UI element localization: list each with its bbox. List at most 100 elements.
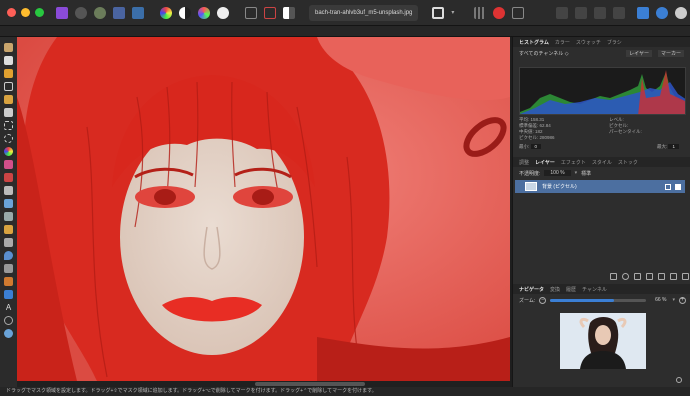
layer-row-background[interactable]: 背景 (ピクセル) xyxy=(515,180,685,193)
assistant-icon[interactable] xyxy=(512,6,525,19)
marker-view-button[interactable]: マーカー xyxy=(657,50,684,57)
add-layer-icon[interactable] xyxy=(670,273,677,280)
smudge-brush-icon[interactable] xyxy=(4,264,13,273)
adjustment-layer-icon[interactable] xyxy=(622,273,629,280)
opacity-field[interactable]: 100 % xyxy=(544,170,571,176)
auto-white-balance-icon[interactable] xyxy=(217,6,229,19)
navigator-settings-icon[interactable] xyxy=(676,377,682,383)
close-window-button[interactable] xyxy=(7,8,16,17)
mask-layer-icon[interactable] xyxy=(610,273,617,280)
auto-colors-icon[interactable] xyxy=(198,6,210,19)
stats-left-column: 平均: 158.31 標準偏差: 62.84 中央値: 182 ピクセル: 28… xyxy=(519,117,555,141)
channel-select[interactable]: すべてのチャンネル ◇ xyxy=(519,50,569,57)
live-filter-icon[interactable] xyxy=(634,273,641,280)
delete-layer-icon[interactable] xyxy=(682,273,689,280)
marquee-tool-icon[interactable] xyxy=(4,121,13,130)
tab-navigator[interactable]: ナビゲータ xyxy=(519,286,544,293)
tab-history[interactable]: 履歴 xyxy=(566,286,576,293)
chevron-down-icon[interactable]: ▾ xyxy=(575,170,578,176)
tab-color[interactable]: カラー xyxy=(555,39,570,46)
tab-styles[interactable]: スタイル xyxy=(592,159,612,166)
maximize-window-button[interactable] xyxy=(35,8,44,17)
tab-brushes[interactable]: ブラシ xyxy=(607,39,622,46)
snapping-group xyxy=(474,6,525,19)
distribute-icon[interactable] xyxy=(613,6,626,19)
blend-mode-select[interactable]: 標準 xyxy=(581,170,591,177)
tab-swatches[interactable]: スウォッチ xyxy=(576,39,601,46)
auto-contrast-icon[interactable] xyxy=(179,6,191,19)
visibility-checkbox[interactable] xyxy=(675,183,681,190)
marquee-icon[interactable] xyxy=(245,6,257,19)
view-mode-icon[interactable] xyxy=(432,6,445,19)
document-canvas[interactable] xyxy=(17,37,510,381)
tab-stock[interactable]: ストック xyxy=(618,159,638,166)
fx-icon[interactable] xyxy=(646,273,653,280)
dodge-brush-icon[interactable] xyxy=(4,199,13,208)
tab-transform[interactable]: 変換 xyxy=(550,286,560,293)
chevron-down-icon[interactable]: ▾ xyxy=(451,9,454,16)
paint-brush-icon[interactable] xyxy=(4,160,13,169)
view-tool-icon[interactable] xyxy=(4,329,13,338)
tab-layers[interactable]: レイヤー xyxy=(535,159,555,166)
freehand-select-icon[interactable] xyxy=(4,134,13,143)
tone-map-persona-icon[interactable] xyxy=(113,6,125,19)
opacity-label: 不透明度: xyxy=(519,170,541,177)
affinity-photo-icon[interactable] xyxy=(56,6,68,19)
share-icon[interactable] xyxy=(675,6,688,19)
mask-icon[interactable] xyxy=(264,6,276,19)
snapping-icon[interactable] xyxy=(493,6,506,19)
selection-brush-icon[interactable] xyxy=(4,95,13,104)
tab-channels[interactable]: チャンネル xyxy=(582,286,607,293)
crop-tool-icon[interactable] xyxy=(4,82,13,91)
scrollbar-thumb[interactable] xyxy=(255,382,365,386)
zoom-in-icon[interactable]: + xyxy=(679,296,686,304)
blur-brush-icon[interactable] xyxy=(4,251,13,260)
tab-effects[interactable]: エフェクト xyxy=(561,159,586,166)
flood-fill-icon[interactable] xyxy=(4,147,13,156)
healing-brush-icon[interactable] xyxy=(4,225,13,234)
navigator-preview[interactable] xyxy=(560,313,646,369)
navigator-panel: ナビゲータ 変換 履歴 チャンネル ズーム: − 66 % ▾ + xyxy=(513,284,690,306)
align-icon[interactable] xyxy=(594,6,607,19)
min-input[interactable]: 0 xyxy=(530,144,542,149)
grid-icon[interactable] xyxy=(474,6,487,19)
auto-levels-icon[interactable] xyxy=(160,6,172,19)
clone-brush-icon[interactable] xyxy=(4,212,13,221)
shape-tool-icon[interactable] xyxy=(4,290,13,299)
lock-icon[interactable] xyxy=(665,183,671,190)
layer-view-button[interactable]: レイヤー xyxy=(626,50,652,57)
document-tab[interactable]: bach-tran-ahlvb3uf_m5-unsplash.jpg xyxy=(309,4,419,21)
arrange-back-icon[interactable] xyxy=(556,6,569,19)
zoom-out-icon[interactable]: − xyxy=(539,296,547,304)
histogram-chart xyxy=(519,67,686,115)
hand-tool-icon[interactable] xyxy=(4,43,13,52)
tab-adjustments[interactable]: 調整 xyxy=(519,159,529,166)
color-picker-tool-icon[interactable] xyxy=(4,69,13,78)
histogram-panel: ヒストグラム カラー スウォッチ ブラシ すべてのチャンネル ◇ レイヤー マー… xyxy=(513,37,690,60)
zoom-tool-icon[interactable] xyxy=(4,316,13,325)
arrange-group xyxy=(556,6,626,19)
flood-select-icon[interactable] xyxy=(4,108,13,117)
max-input[interactable]: 1 xyxy=(668,144,679,149)
arrange-front-icon[interactable] xyxy=(575,6,588,19)
studio-icon[interactable] xyxy=(637,6,650,19)
text-tool-icon[interactable]: A xyxy=(4,303,13,312)
export-persona-icon[interactable] xyxy=(132,6,144,19)
pen-tool-icon[interactable] xyxy=(4,277,13,286)
tab-histogram[interactable]: ヒストグラム xyxy=(519,39,549,46)
move-tool-icon[interactable] xyxy=(4,56,13,65)
color-replace-icon[interactable] xyxy=(4,173,13,182)
liquify-persona-icon[interactable] xyxy=(94,6,106,19)
zoom-value[interactable]: 66 % xyxy=(655,297,666,303)
zoom-slider[interactable] xyxy=(550,298,647,302)
minimize-window-button[interactable] xyxy=(21,8,30,17)
group-layers-icon[interactable] xyxy=(658,273,665,280)
chevron-down-icon[interactable]: ▾ xyxy=(672,297,675,303)
erase-brush-icon[interactable] xyxy=(4,186,13,195)
transform-icon[interactable] xyxy=(656,6,669,19)
histogram-tabs: ヒストグラム カラー スウォッチ ブラシ xyxy=(513,37,690,47)
develop-persona-icon[interactable] xyxy=(75,6,87,19)
quick-mask-icon[interactable] xyxy=(283,6,295,19)
zoom-row: ズーム: − 66 % ▾ + xyxy=(513,294,690,306)
blemish-icon[interactable] xyxy=(4,238,13,247)
